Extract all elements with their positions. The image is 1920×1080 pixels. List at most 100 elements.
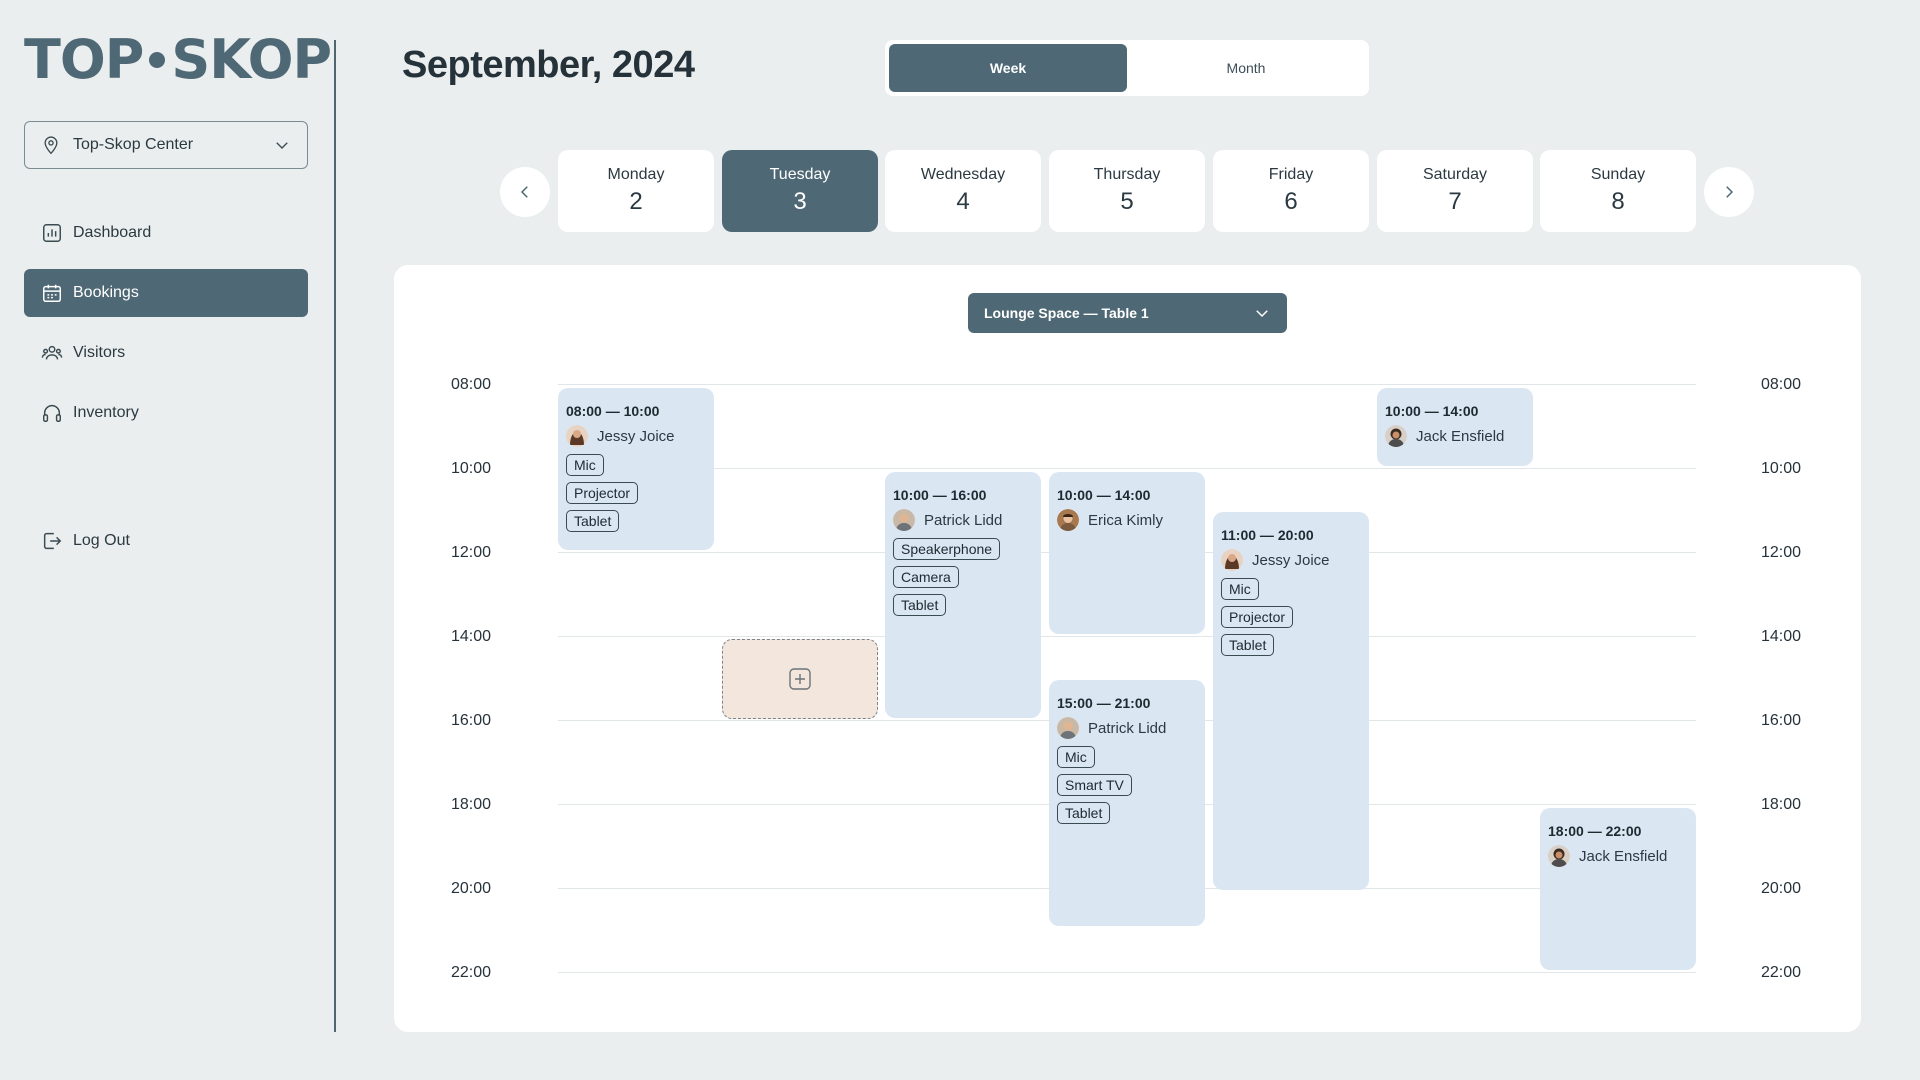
next-week-button[interactable] bbox=[1704, 167, 1754, 217]
plus-icon bbox=[789, 668, 811, 690]
location-select[interactable]: Top-Skop Center bbox=[24, 121, 308, 169]
person-name: Jessy Joice bbox=[597, 427, 675, 445]
booking-card[interactable]: 10:00 — 14:00 Erica Kimly bbox=[1049, 472, 1205, 634]
day-name: Saturday bbox=[1422, 166, 1488, 183]
avatar bbox=[1057, 717, 1079, 739]
day-name: Thursday bbox=[1093, 166, 1161, 183]
person-name: Patrick Lidd bbox=[1088, 719, 1167, 737]
day-number: 5 bbox=[1120, 188, 1134, 215]
sidebar-item-bookings[interactable]: Bookings bbox=[24, 269, 308, 317]
time-label: 16:00 bbox=[1761, 712, 1802, 729]
brand-logo-left: TOP bbox=[24, 28, 144, 91]
booking-card[interactable]: 15:00 — 21:00 Patrick Lidd Mic Smart TV … bbox=[1049, 680, 1205, 926]
person-name: Erica Kimly bbox=[1088, 511, 1164, 529]
hour-gridline bbox=[558, 636, 1696, 637]
sidebar-item-label: Bookings bbox=[73, 284, 139, 301]
equipment-tag: Tablet bbox=[1221, 634, 1275, 656]
day-number: 4 bbox=[956, 188, 970, 215]
chart-icon bbox=[43, 224, 61, 242]
time-label: 14:00 bbox=[1761, 628, 1802, 645]
logout-icon bbox=[43, 532, 62, 550]
person-name: Jack Ensfield bbox=[1416, 427, 1505, 445]
sidebar-item-dashboard[interactable]: Dashboard bbox=[24, 209, 308, 257]
equipment-tag: Tablet bbox=[893, 594, 947, 616]
equipment-tag: Mic bbox=[1221, 578, 1259, 600]
space-select[interactable]: Lounge Space — Table 1 bbox=[968, 293, 1287, 333]
sidebar-item-visitors[interactable]: Visitors bbox=[24, 329, 308, 377]
chevron-left-icon bbox=[520, 186, 528, 198]
day-wednesday[interactable]: Wednesday 4 bbox=[885, 150, 1041, 232]
booking-card[interactable]: 10:00 — 16:00 Patrick Lidd Speakerphone … bbox=[885, 472, 1041, 718]
booking-person: Patrick Lidd bbox=[893, 508, 1033, 532]
booking-card[interactable]: 10:00 — 14:00 Jack Ensfield bbox=[1377, 388, 1533, 466]
booking-time: 10:00 — 14:00 bbox=[1385, 403, 1479, 419]
time-label: 10:00 bbox=[1761, 460, 1802, 477]
view-toggle: Week Month bbox=[885, 40, 1369, 96]
equipment-tags: Speakerphone Camera Tablet bbox=[893, 538, 1033, 616]
booking-card[interactable]: 08:00 — 10:00 Jessy Joice Mic Projector … bbox=[558, 388, 714, 550]
brand-logo: TOP SKOP bbox=[24, 28, 332, 91]
day-tuesday[interactable]: Tuesday 3 bbox=[722, 150, 878, 232]
booking-time: 10:00 — 14:00 bbox=[1057, 487, 1151, 503]
day-sunday[interactable]: Sunday 8 bbox=[1540, 150, 1696, 232]
day-saturday[interactable]: Saturday 7 bbox=[1377, 150, 1533, 232]
booking-person: Patrick Lidd bbox=[1057, 716, 1197, 740]
equipment-tag: Tablet bbox=[566, 510, 620, 532]
person-name: Jack Ensfield bbox=[1579, 847, 1668, 865]
sidebar-item-label: Dashboard bbox=[73, 224, 152, 241]
day-name: Monday bbox=[607, 166, 665, 183]
hour-gridline bbox=[558, 468, 1696, 469]
headphones-icon bbox=[43, 405, 61, 422]
day-number: 6 bbox=[1284, 188, 1298, 215]
person-name: Patrick Lidd bbox=[924, 511, 1003, 529]
hour-gridline bbox=[558, 384, 1696, 385]
users-icon bbox=[41, 345, 63, 360]
day-friday[interactable]: Friday 6 bbox=[1213, 150, 1369, 232]
equipment-tags: Mic Projector Tablet bbox=[1221, 578, 1361, 656]
day-thursday[interactable]: Thursday 5 bbox=[1049, 150, 1205, 232]
equipment-tag: Speakerphone bbox=[893, 538, 1001, 560]
booking-card[interactable]: 18:00 — 22:00 Jack Ensfield bbox=[1540, 808, 1696, 970]
day-monday[interactable]: Monday 2 bbox=[558, 150, 714, 232]
sidebar-item-inventory[interactable]: Inventory bbox=[24, 389, 308, 437]
previous-week-button[interactable] bbox=[500, 167, 550, 217]
chevron-right-icon bbox=[1726, 186, 1734, 198]
day-name: Wednesday bbox=[920, 166, 1006, 183]
brand-logo-right: SKOP bbox=[171, 28, 332, 91]
booking-person: Jessy Joice bbox=[1221, 548, 1361, 572]
booking-person: Jessy Joice bbox=[566, 424, 706, 448]
chevron-down-icon bbox=[1256, 310, 1268, 318]
avatar bbox=[566, 425, 588, 447]
time-label: 20:00 bbox=[1761, 880, 1802, 897]
booking-card[interactable]: 11:00 — 20:00 Jessy Joice Mic Projector … bbox=[1213, 512, 1369, 890]
equipment-tag: Mic bbox=[1057, 746, 1095, 768]
booking-person: Jack Ensfield bbox=[1548, 844, 1688, 868]
booking-person: Jack Ensfield bbox=[1385, 424, 1525, 448]
day-name: Sunday bbox=[1590, 166, 1646, 183]
avatar bbox=[1548, 845, 1570, 867]
avatar bbox=[1057, 509, 1079, 531]
new-booking-slot[interactable] bbox=[722, 639, 878, 719]
logout-button[interactable]: Log Out bbox=[24, 517, 308, 565]
month-view-button[interactable]: Month bbox=[1127, 44, 1365, 92]
map-pin-icon bbox=[44, 136, 58, 155]
time-label: 20:00 bbox=[451, 880, 492, 897]
equipment-tag: Mic bbox=[566, 454, 604, 476]
time-label: 18:00 bbox=[451, 796, 492, 813]
location-label: Top-Skop Center bbox=[73, 136, 194, 153]
week-view-button[interactable]: Week bbox=[889, 44, 1127, 92]
sidebar-item-label: Inventory bbox=[73, 404, 139, 421]
sidebar-divider bbox=[334, 40, 336, 1032]
time-label: 22:00 bbox=[1761, 964, 1802, 981]
sidebar-item-label: Visitors bbox=[73, 344, 126, 361]
time-label: 22:00 bbox=[451, 964, 492, 981]
avatar bbox=[1385, 425, 1407, 447]
day-number: 8 bbox=[1611, 188, 1625, 215]
day-number: 2 bbox=[629, 188, 643, 215]
page-title: September, 2024 bbox=[402, 44, 695, 86]
space-select-label: Lounge Space — Table 1 bbox=[984, 305, 1149, 321]
equipment-tag: Camera bbox=[893, 566, 959, 588]
time-label: 08:00 bbox=[1761, 376, 1802, 393]
booking-time: 08:00 — 10:00 bbox=[566, 403, 660, 419]
avatar bbox=[1221, 549, 1243, 571]
